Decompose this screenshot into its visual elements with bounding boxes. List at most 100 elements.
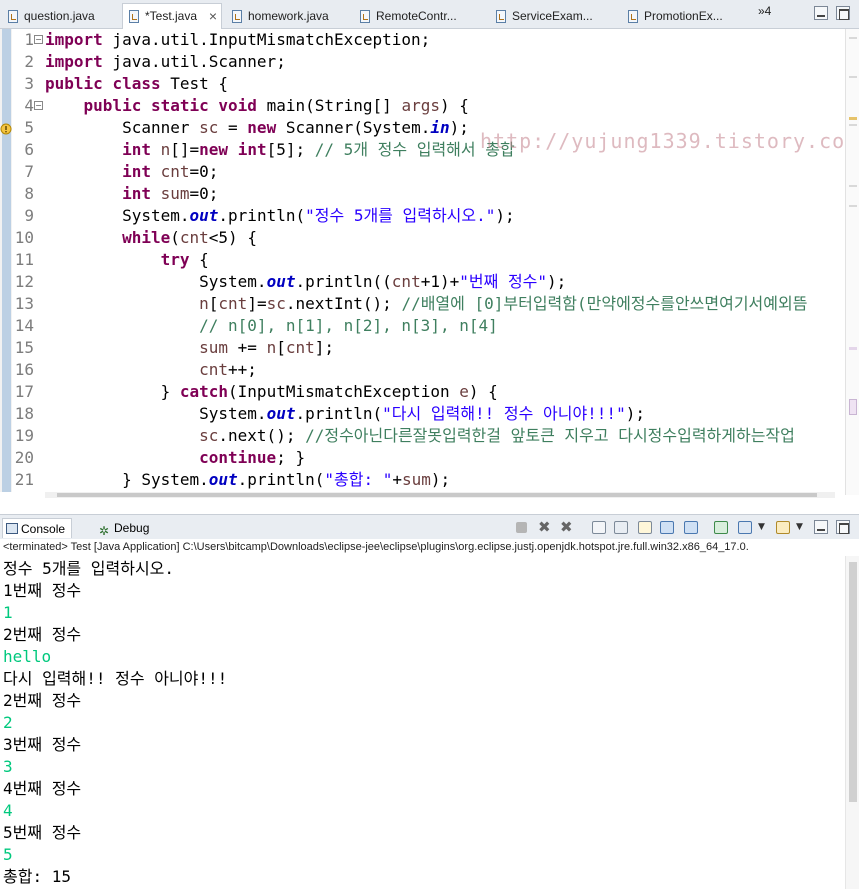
- code-editor[interactable]: 123456789101112131415161718192021 import…: [0, 29, 859, 498]
- code-token: .println(: [295, 404, 383, 423]
- code-line[interactable]: } System.out.println("총합: "+sum);: [45, 469, 450, 491]
- display-console-icon[interactable]: [738, 521, 752, 534]
- console-input-line: 1: [3, 603, 13, 622]
- bug-icon: ✲: [99, 524, 110, 538]
- console-input-line: 4: [3, 801, 13, 820]
- terminate-icon[interactable]: [516, 522, 527, 533]
- tab-label: ServiceExam...: [512, 9, 593, 23]
- open-console-icon[interactable]: [776, 521, 790, 534]
- overview-ruler[interactable]: [845, 29, 859, 495]
- line-number: 21: [14, 470, 34, 489]
- code-token: import: [45, 52, 103, 71]
- show-on-error-icon[interactable]: [684, 521, 698, 534]
- code-line[interactable]: // n[0], n[1], n[2], n[3], n[4]: [45, 315, 498, 337]
- code-line[interactable]: cnt++;: [45, 359, 257, 381]
- code-line[interactable]: sum += n[cnt];: [45, 337, 334, 359]
- warning-icon: [0, 120, 12, 135]
- editor-tab-bar: question.java *Test.java × homework.java…: [0, 0, 859, 29]
- tab-label: Console: [21, 522, 66, 536]
- code-token: Scanner: [45, 118, 200, 137]
- remove-launch-icon[interactable]: ✖: [538, 520, 552, 535]
- tab-homework-java[interactable]: homework.java: [226, 4, 344, 28]
- line-number: 20: [14, 448, 34, 467]
- code-token: new: [199, 140, 229, 159]
- fold-toggle-icon[interactable]: [34, 101, 43, 110]
- code-line[interactable]: public class Test {: [45, 73, 228, 95]
- horizontal-scrollbar[interactable]: [45, 492, 835, 498]
- code-token: sum: [199, 338, 229, 357]
- close-icon[interactable]: ×: [209, 4, 217, 28]
- pin-console-icon[interactable]: [714, 521, 728, 534]
- code-token: sum: [160, 184, 190, 203]
- tab-console[interactable]: Console: [2, 518, 73, 538]
- code-line[interactable]: System.out.println("정수 5개를 입력하시오.");: [45, 205, 515, 227]
- show-on-output-icon[interactable]: [660, 521, 674, 534]
- code-token: (: [170, 228, 180, 247]
- tab-remote-controller[interactable]: RemoteContr...: [354, 4, 474, 28]
- scroll-lock-icon[interactable]: [614, 521, 628, 534]
- minimize-icon[interactable]: [814, 520, 828, 534]
- code-line[interactable]: import java.util.InputMismatchException;: [45, 29, 430, 51]
- tab-promotion-example[interactable]: PromotionEx...: [622, 4, 750, 28]
- code-line[interactable]: System.out.println("다시 입력해!! 정수 아니야!!!")…: [45, 403, 645, 425]
- code-line[interactable]: n[cnt]=sc.nextInt(); //배열에 [0]부터입력함(만약에정…: [45, 293, 807, 315]
- tab-test-java[interactable]: *Test.java ×: [122, 3, 222, 29]
- tab-debug[interactable]: ✲ Debug: [96, 518, 149, 538]
- remove-all-icon[interactable]: ✖: [560, 520, 574, 535]
- line-number: 12: [14, 272, 34, 291]
- java-file-icon: [232, 10, 242, 23]
- code-line[interactable]: int cnt=0;: [45, 161, 218, 183]
- code-token: []=: [170, 140, 200, 159]
- fold-toggle-icon[interactable]: [34, 35, 43, 44]
- tab-overflow-button[interactable]: »4: [758, 4, 771, 18]
- code-token: ]=: [247, 294, 267, 313]
- code-line[interactable]: try {: [45, 249, 209, 271]
- line-number: 19: [14, 426, 34, 445]
- console-input-line: 3: [3, 757, 13, 776]
- maximize-icon[interactable]: [836, 520, 850, 534]
- chevron-down-icon[interactable]: ▼: [758, 521, 772, 534]
- code-line[interactable]: Scanner sc = new Scanner(System.in);: [45, 117, 469, 139]
- minimize-icon[interactable]: [814, 6, 828, 20]
- code-line[interactable]: } catch(InputMismatchException e) {: [45, 381, 498, 403]
- code-token: cnt: [179, 228, 209, 247]
- code-token: [5];: [266, 140, 315, 159]
- code-token: );: [547, 272, 567, 291]
- code-line[interactable]: int sum=0;: [45, 183, 218, 205]
- console-output-line: 3번째 정수: [3, 735, 82, 754]
- maximize-icon[interactable]: [836, 6, 850, 20]
- tab-service-example[interactable]: ServiceExam...: [490, 4, 612, 28]
- code-line[interactable]: sc.next(); //정수아닌다른잘못입력한걸 앞토큰 지우고 다시정수입력…: [45, 425, 795, 447]
- code-line[interactable]: import java.util.Scanner;: [45, 51, 286, 73]
- code-token: void: [218, 96, 257, 115]
- code-token: Scanner(System.: [276, 118, 431, 137]
- code-line[interactable]: public static void main(String[] args) {: [45, 95, 469, 117]
- vertical-scrollbar[interactable]: [845, 556, 859, 889]
- code-token: out: [266, 404, 296, 423]
- code-token: [: [208, 294, 219, 313]
- chevron-down-icon[interactable]: ▼: [796, 521, 810, 534]
- console-output[interactable]: 정수 5개를 입력하시오. 1번째 정수 1 2번째 정수 hello 다시 입력해!! …: [0, 556, 845, 889]
- code-token: );: [449, 118, 469, 137]
- tab-question-java[interactable]: question.java: [2, 4, 118, 28]
- tab-label: RemoteContr...: [376, 9, 457, 23]
- code-token: while: [122, 228, 171, 247]
- clear-console-icon[interactable]: [592, 521, 606, 534]
- code-line[interactable]: while(cnt<5) {: [45, 227, 257, 249]
- code-area[interactable]: import java.util.InputMismatchException;…: [45, 29, 845, 492]
- code-token: "총합: ": [324, 470, 393, 489]
- console-input-line: hello: [3, 647, 52, 666]
- code-line[interactable]: int n[]=new int[5]; // 5개 정수 입력해서 총합: [45, 139, 515, 161]
- code-token: );: [430, 470, 451, 489]
- code-line[interactable]: System.out.println((cnt+1)+"번째 정수");: [45, 271, 566, 293]
- word-wrap-icon[interactable]: [638, 521, 652, 534]
- code-token: }: [45, 382, 180, 401]
- code-line[interactable]: continue; }: [45, 447, 305, 469]
- code-token: sc: [199, 118, 219, 137]
